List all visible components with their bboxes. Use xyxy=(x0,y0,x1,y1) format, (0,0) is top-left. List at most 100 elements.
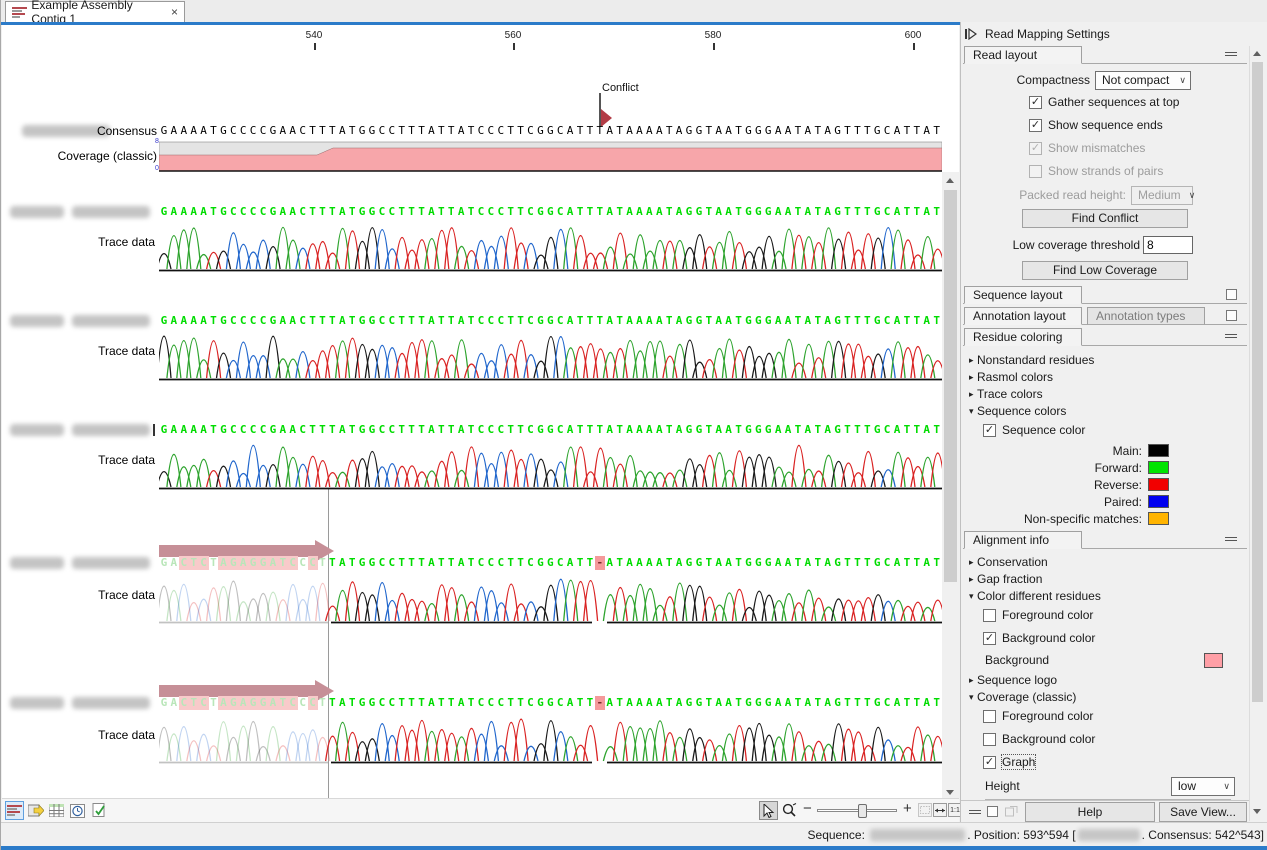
select-row: Packed read height:Medium∨ xyxy=(963,184,1247,206)
fit-width-button[interactable] xyxy=(933,803,947,817)
color-swatch[interactable] xyxy=(1148,461,1169,474)
checkbox[interactable] xyxy=(983,609,996,622)
minimize-icon[interactable] xyxy=(1225,537,1237,541)
panel-scrollbar[interactable] xyxy=(1249,46,1264,821)
status-position: . Position: 593^594 [ xyxy=(967,828,1075,842)
color-swatch[interactable] xyxy=(1148,478,1169,491)
tab-example-assembly-contig[interactable]: Example Assembly Contig 1 × xyxy=(5,1,185,22)
dock-icon[interactable] xyxy=(1005,806,1018,818)
section-annotation-header[interactable]: Annotation layout Annotation types xyxy=(963,307,1247,325)
color-swatch[interactable] xyxy=(1148,512,1169,525)
tree-item-sequence-logo[interactable]: ▸Sequence logo xyxy=(963,672,1247,688)
read-mapping-view[interactable]: 540560580600 Conflict Consensus GAAAATGC… xyxy=(2,25,959,798)
input-label: Low coverage threshold xyxy=(1013,238,1140,252)
chevron-collapsed-icon[interactable]: ▸ xyxy=(963,574,977,585)
open-table-button[interactable] xyxy=(26,801,45,820)
chevron-collapsed-icon[interactable]: ▸ xyxy=(963,372,977,383)
tree-item-conservation[interactable]: ▸Conservation xyxy=(963,554,1247,570)
find-conflict-button[interactable]: Find Conflict xyxy=(1022,209,1188,228)
color-swatch[interactable] xyxy=(1148,495,1169,508)
zoom-in-icon[interactable]: + xyxy=(903,800,912,817)
checkbox-row: ✓Show mismatches xyxy=(963,138,1247,158)
annotation-layout-tab[interactable]: Annotation layout xyxy=(964,307,1082,325)
dropdown-compactness[interactable]: Not compact∨ xyxy=(1095,71,1191,90)
chevron-collapsed-icon[interactable]: ▸ xyxy=(963,675,977,686)
contig-icon xyxy=(12,7,25,18)
vertical-scroll-thumb[interactable] xyxy=(944,190,957,582)
section-alignment-info-header[interactable]: Alignment info xyxy=(963,531,1247,549)
tab-close-icon[interactable]: × xyxy=(171,5,178,19)
chevron-expanded-icon[interactable]: ▾ xyxy=(963,406,977,417)
sidepanel-toggle-icon[interactable] xyxy=(965,28,977,40)
residue-coloring-tab[interactable]: Residue coloring xyxy=(964,328,1082,346)
save-view-button[interactable]: Save View... xyxy=(1159,802,1247,822)
section-residue-coloring-header[interactable]: Residue coloring xyxy=(963,328,1247,346)
table-view-button[interactable] xyxy=(47,801,66,820)
select-label: Compactness xyxy=(1017,73,1090,87)
tree-item-trace-colors[interactable]: ▸Trace colors xyxy=(963,386,1247,402)
chevron-expanded-icon[interactable]: ▾ xyxy=(963,692,977,703)
read-name-redacted xyxy=(10,424,64,436)
background-color-swatch[interactable] xyxy=(1204,653,1223,668)
checkbox[interactable]: ✓ xyxy=(983,632,996,645)
find-low-coverage-button[interactable]: Find Low Coverage xyxy=(1022,261,1188,280)
read-sequence[interactable]: GACTCTAGAGGATCCCTTATGGCCTTTATTATCCCTTCGG… xyxy=(159,696,942,710)
help-button[interactable]: Help xyxy=(1025,802,1155,822)
tree-item-sequence-colors[interactable]: ▾Sequence colors xyxy=(963,403,1247,419)
checkbox[interactable]: ✓ xyxy=(1029,96,1042,109)
consensus-sequence[interactable]: GAAAATGCCCCGAACTTTATGGCCTTTATTATCCCTTCGG… xyxy=(159,124,942,138)
float-all-icon[interactable] xyxy=(987,806,998,817)
tree-item-coverage-classic-[interactable]: ▾Coverage (classic) xyxy=(963,689,1247,705)
scroll-up-icon[interactable] xyxy=(1253,51,1261,56)
selection-tool-button[interactable] xyxy=(759,801,778,820)
zoom-slider-thumb[interactable] xyxy=(858,804,867,818)
alignment-info-tab[interactable]: Alignment info xyxy=(964,531,1082,549)
checkbox[interactable]: ✓ xyxy=(983,756,996,769)
history-view-button[interactable] xyxy=(68,801,87,820)
tree-item-color-different-residues[interactable]: ▾Color different residues xyxy=(963,588,1247,604)
tree-item-nonstandard-residues[interactable]: ▸Nonstandard residues xyxy=(963,352,1247,368)
float-icon[interactable] xyxy=(1226,310,1237,321)
tree-item-gap-fraction[interactable]: ▸Gap fraction xyxy=(963,571,1247,587)
tree-item-rasmol-colors[interactable]: ▸Rasmol colors xyxy=(963,369,1247,385)
coverage-graph[interactable] xyxy=(159,141,942,172)
scroll-up-icon[interactable] xyxy=(946,178,954,183)
low-coverage-threshold-input[interactable] xyxy=(1143,236,1193,254)
element-info-button[interactable] xyxy=(89,801,108,820)
minimize-all-icon[interactable] xyxy=(969,810,981,814)
minimize-icon[interactable] xyxy=(1225,52,1237,56)
zoom-slider[interactable] xyxy=(817,809,897,812)
color-swatch[interactable] xyxy=(1148,444,1169,457)
chevron-expanded-icon[interactable]: ▾ xyxy=(963,591,977,602)
sequence-layout-tab[interactable]: Sequence layout xyxy=(964,286,1082,304)
section-read-layout-header[interactable]: Read layout xyxy=(963,46,1247,64)
chevron-down-icon: ∨ xyxy=(1179,75,1186,86)
scroll-down-icon[interactable] xyxy=(1253,809,1261,814)
read-sequence[interactable]: GACTCTAGAGGATCCCTTATGGCCTTTATTATCCCTTCGG… xyxy=(159,556,942,570)
zoom-selection-button[interactable] xyxy=(918,803,932,817)
dropdown-height[interactable]: low∨ xyxy=(1171,777,1235,796)
read-sequence[interactable]: GAAAATGCCCCGAACTTTATGGCCTTTATTATCCCTTCGG… xyxy=(159,314,942,328)
minimize-icon[interactable] xyxy=(1225,334,1237,338)
main-vertical-scrollbar[interactable] xyxy=(942,172,959,798)
read-layout-tab[interactable]: Read layout xyxy=(964,46,1082,64)
chevron-collapsed-icon[interactable]: ▸ xyxy=(963,557,977,568)
zoom-tool-button[interactable] xyxy=(780,801,799,820)
read-sequence[interactable]: GAAAATGCCCCGAACTTTATGGCCTTTATTATCCCTTCGG… xyxy=(159,423,942,437)
chevron-collapsed-icon[interactable]: ▸ xyxy=(963,389,977,400)
scroll-down-icon[interactable] xyxy=(946,790,954,795)
tree-item-label: Sequence colors xyxy=(977,404,1066,418)
zoom-out-icon[interactable]: − xyxy=(803,800,812,817)
checkbox[interactable]: ✓ xyxy=(983,424,996,437)
chevron-collapsed-icon[interactable]: ▸ xyxy=(963,355,977,366)
read-sequence[interactable]: GAAAATGCCCCGAACTTTATGGCCTTTATTATCCCTTCGG… xyxy=(159,205,942,219)
checkbox[interactable]: ✓ xyxy=(1029,119,1042,132)
checkbox[interactable] xyxy=(983,733,996,746)
section-sequence-layout-header[interactable]: Sequence layout xyxy=(963,286,1247,304)
panel-scroll-thumb[interactable] xyxy=(1252,62,1263,702)
cursor-artifact xyxy=(153,424,155,436)
annotation-types-tab[interactable]: Annotation types xyxy=(1087,307,1205,325)
alignment-view-button[interactable] xyxy=(5,801,24,820)
checkbox[interactable] xyxy=(983,710,996,723)
float-icon[interactable] xyxy=(1226,289,1237,300)
